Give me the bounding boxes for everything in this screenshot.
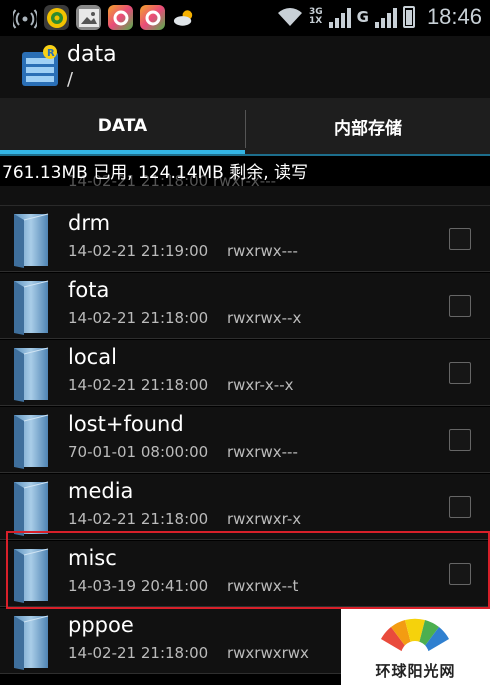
file-permissions: rwxrwxr-x xyxy=(227,510,302,528)
select-checkbox[interactable] xyxy=(449,429,471,451)
file-permissions: rwxrwxrwx xyxy=(227,644,309,662)
list-item[interactable]: media 14-02-21 21:18:00 rwxrwxr-x xyxy=(0,474,490,540)
action-bar: R data / xyxy=(0,36,490,98)
list-item[interactable]: fota 14-02-21 21:18:00 rwxrwx--x xyxy=(0,273,490,339)
file-date: 14-02-21 21:19:00 xyxy=(68,242,209,260)
folder-icon xyxy=(14,213,49,268)
network-tag-1x: 1X xyxy=(308,16,323,26)
file-name: lost+found xyxy=(68,412,184,436)
app-notification-icon xyxy=(44,5,69,30)
svg-text:R: R xyxy=(47,48,55,59)
wifi-icon xyxy=(277,8,302,26)
file-permissions: rwxr-x--x xyxy=(227,376,294,394)
rainbow-fan-logo xyxy=(381,618,449,661)
watermark-text: 环球阳光网 xyxy=(375,662,456,680)
file-name: media xyxy=(68,479,134,503)
folder-icon xyxy=(14,414,49,469)
folder-icon xyxy=(14,615,49,670)
file-date: 14-03-19 20:41:00 xyxy=(68,577,209,595)
signal-strength-icon xyxy=(328,6,351,28)
select-checkbox[interactable] xyxy=(449,362,471,384)
root-explorer-app-icon[interactable]: R xyxy=(20,44,60,90)
game-notification-icon xyxy=(140,5,165,30)
battery-icon xyxy=(402,6,415,28)
storage-info-bar: 14-02-21 21:18:00 rwxr-x--- 761.13MB 已用,… xyxy=(0,156,490,186)
system-indicators: 3G 1X G 18:46 xyxy=(277,4,482,30)
signal-strength-icon xyxy=(374,6,397,28)
list-item[interactable]: misc 14-03-19 20:41:00 rwxrwx--t xyxy=(0,541,490,607)
folder-path: / xyxy=(67,69,74,90)
file-permissions: rwxrwx--- xyxy=(227,443,298,461)
file-name: local xyxy=(68,345,117,369)
tab-data[interactable]: DATA xyxy=(0,98,245,154)
file-date: 14-02-21 21:18:00 xyxy=(68,309,209,327)
select-checkbox[interactable] xyxy=(449,228,471,250)
gallery-icon xyxy=(76,5,101,30)
file-name: pppoe xyxy=(68,613,134,637)
file-date: 14-02-21 21:18:00 xyxy=(68,510,209,528)
watermark: 环球阳光网 xyxy=(341,609,490,685)
list-item[interactable]: local 14-02-21 21:18:00 rwxr-x--x xyxy=(0,340,490,406)
folder-icon xyxy=(14,280,49,335)
folder-icon xyxy=(14,347,49,402)
select-checkbox[interactable] xyxy=(449,563,471,585)
file-date: 14-02-21 21:18:00 xyxy=(68,644,209,662)
folder-icon xyxy=(14,548,49,603)
status-bar: 3G 1X G 18:46 xyxy=(0,0,490,36)
tab-internal-storage[interactable]: 内部存储 xyxy=(246,98,490,154)
file-permissions: rwxrwx--- xyxy=(227,242,298,260)
file-date: 14-02-21 21:18:00 xyxy=(68,376,209,394)
notification-icons xyxy=(12,5,197,30)
file-name: fota xyxy=(68,278,110,302)
folder-title: data xyxy=(67,42,117,67)
file-permissions: rwxrwx--x xyxy=(227,309,302,327)
game-notification-icon xyxy=(108,5,133,30)
tab-bar: DATA 内部存储 xyxy=(0,98,490,154)
wifi-signal-icon xyxy=(12,5,37,30)
network-g-label: G xyxy=(356,8,369,26)
storage-info-text: 761.13MB 已用, 124.14MB 剩余, 读写 xyxy=(2,163,309,183)
network-type-label: 3G 1X xyxy=(309,8,323,26)
file-name: drm xyxy=(68,211,111,235)
folder-icon xyxy=(14,481,49,536)
file-permissions: rwxrwx--t xyxy=(227,577,299,595)
list-item[interactable]: drm 14-02-21 21:19:00 rwxrwx--- xyxy=(0,206,490,272)
list-item[interactable]: lost+found 70-01-01 08:00:00 rwxrwx--- xyxy=(0,407,490,473)
select-checkbox[interactable] xyxy=(449,295,471,317)
file-name: misc xyxy=(68,546,117,570)
list-item[interactable] xyxy=(0,186,490,206)
select-checkbox[interactable] xyxy=(449,496,471,518)
weather-icon xyxy=(172,5,197,30)
clock: 18:46 xyxy=(426,4,482,29)
file-date: 70-01-01 08:00:00 xyxy=(68,443,209,461)
